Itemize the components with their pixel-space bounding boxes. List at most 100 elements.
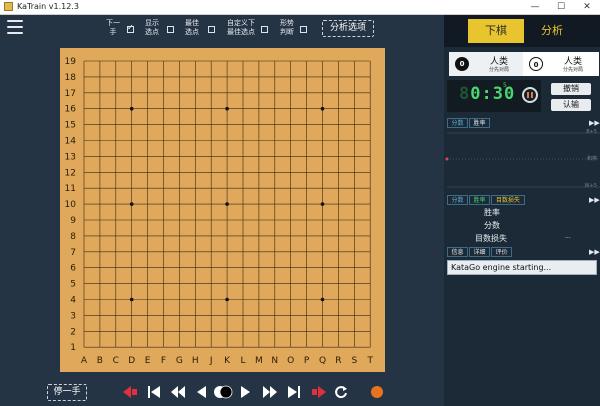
black-captures-badge: 0 <box>455 57 469 71</box>
star-point <box>129 202 134 206</box>
first-move-icon[interactable] <box>147 385 161 399</box>
column-label: S <box>351 356 357 366</box>
option-next-move-checkbox[interactable] <box>127 23 134 33</box>
option-show-moves-checkbox[interactable] <box>167 26 174 33</box>
column-label: Q <box>319 356 326 366</box>
row-label: 1 <box>70 343 76 353</box>
analyze-mode-button[interactable]: 分析 <box>524 19 580 43</box>
row-label: 9 <box>70 216 76 226</box>
row-label: 7 <box>70 248 76 258</box>
graph-top-label: B+5 <box>586 129 597 135</box>
column-label: J <box>209 356 213 366</box>
stat-points-lost-label: 目数损失 <box>475 234 507 243</box>
column-label: K <box>224 356 231 366</box>
option-best-moves-checkbox[interactable] <box>208 26 215 33</box>
column-label: B <box>97 356 103 366</box>
minimize-button[interactable]: — <box>522 0 548 14</box>
row-label: 17 <box>65 89 76 99</box>
column-label: P <box>304 356 310 366</box>
row-label: 16 <box>65 105 77 115</box>
analysis-options-button[interactable]: 分析选项 <box>322 20 374 37</box>
column-label: O <box>287 356 294 366</box>
option-territory-checkbox[interactable] <box>300 26 307 33</box>
tab-graph-score[interactable]: 分数 <box>447 118 468 128</box>
row-label: 4 <box>70 296 76 306</box>
board-grid[interactable]: A B C D E F G H J K L M N O P Q R S T191817161514131211109… <box>60 48 385 372</box>
game-timer: 80:30 5 <box>447 80 541 112</box>
player-black-card[interactable]: 0 人类 分先对局 <box>449 52 525 76</box>
player-white-subtitle: 分先对局 <box>562 67 583 73</box>
resign-button[interactable]: 认输 <box>551 99 591 111</box>
option-show-moves-label: 显示 选点 <box>145 19 159 36</box>
pause-icon[interactable] <box>522 87 538 103</box>
app-icon <box>4 2 13 11</box>
column-label: G <box>176 356 183 366</box>
graph-expand-icon[interactable]: ▶▶ <box>589 118 600 128</box>
tab-stat-winrate[interactable]: 胜率 <box>469 195 490 205</box>
graph-bottom-label: W+5 <box>584 183 597 189</box>
maximize-button[interactable]: ☐ <box>548 0 574 14</box>
forward-ten-icon[interactable] <box>262 385 278 399</box>
star-point <box>320 297 325 302</box>
row-label: 8 <box>70 232 76 242</box>
star-point <box>129 106 134 111</box>
previous-move-icon[interactable] <box>195 385 207 399</box>
tab-details[interactable]: 详细 <box>469 247 490 257</box>
status-indicator-icon <box>371 386 383 398</box>
option-territory-label: 形势 判断 <box>280 19 294 36</box>
undo-button[interactable]: 撤销 <box>551 83 591 95</box>
option-best-moves-label: 最佳 选点 <box>185 19 199 36</box>
column-label: T <box>366 356 373 366</box>
timer-periods: 5 <box>503 82 507 89</box>
tab-review[interactable]: 评价 <box>491 247 512 257</box>
tab-stat-score[interactable]: 分数 <box>447 195 468 205</box>
next-move-icon[interactable] <box>240 385 252 399</box>
star-point <box>225 297 229 302</box>
column-label: H <box>192 356 199 366</box>
row-label: 6 <box>70 264 76 274</box>
close-button[interactable]: ✕ <box>574 0 600 14</box>
play-mode-button[interactable]: 下棋 <box>468 19 524 43</box>
window-title: KaTrain v1.12.3 <box>17 2 79 11</box>
star-point <box>129 297 134 302</box>
row-label: 10 <box>65 200 77 210</box>
white-captures-badge: 0 <box>529 57 543 71</box>
tab-graph-winrate[interactable]: 胜率 <box>469 118 490 128</box>
column-label: D <box>128 356 135 366</box>
stats-expand-icon[interactable]: ▶▶ <box>589 195 600 205</box>
mistake-next-icon[interactable] <box>311 385 327 399</box>
go-board[interactable]: A B C D E F G H J K L M N O P Q R S T 19 18 17 16 15 14 13 12 11 10 9… <box>60 48 385 372</box>
option-custom-best-label: 自定义下 最佳选点 <box>227 19 255 36</box>
menu-icon[interactable] <box>7 20 23 34</box>
column-label: C <box>113 356 119 366</box>
row-label: 12 <box>65 168 76 178</box>
player-white-card[interactable]: 0 人类 分先对局 <box>523 52 599 76</box>
last-move-icon[interactable] <box>287 385 301 399</box>
rotate-icon[interactable] <box>334 385 348 399</box>
window-titlebar: KaTrain v1.12.3 — ☐ ✕ <box>0 0 600 15</box>
mistake-prev-icon[interactable] <box>122 385 138 399</box>
star-point <box>225 106 229 111</box>
column-label: F <box>161 356 166 366</box>
column-label: R <box>335 356 341 366</box>
stat-score-label: 分数 <box>484 221 500 230</box>
pass-button[interactable]: 停一手 <box>47 384 87 401</box>
timer-prefix: 8 <box>459 84 471 104</box>
timer-value: 0:30 <box>470 84 516 104</box>
graph-tabs: 分数 胜率 ▶▶ <box>447 118 600 128</box>
score-graph: B+5 和棋 W+5 <box>444 129 600 193</box>
row-label: 18 <box>65 73 77 83</box>
option-custom-best-checkbox[interactable] <box>261 26 268 33</box>
current-player-stones-icon <box>214 385 233 399</box>
info-expand-icon[interactable]: ▶▶ <box>589 247 600 257</box>
star-point <box>320 106 325 111</box>
column-label: M <box>255 356 263 366</box>
tab-info[interactable]: 信息 <box>447 247 468 257</box>
back-ten-icon[interactable] <box>170 385 186 399</box>
row-label: 3 <box>70 311 76 321</box>
star-point <box>320 202 325 206</box>
engine-status-console: KataGo engine starting... <box>447 260 597 275</box>
column-label: N <box>271 356 278 366</box>
row-label: 11 <box>65 184 76 194</box>
tab-stat-points-lost[interactable]: 目数损失 <box>491 195 525 205</box>
